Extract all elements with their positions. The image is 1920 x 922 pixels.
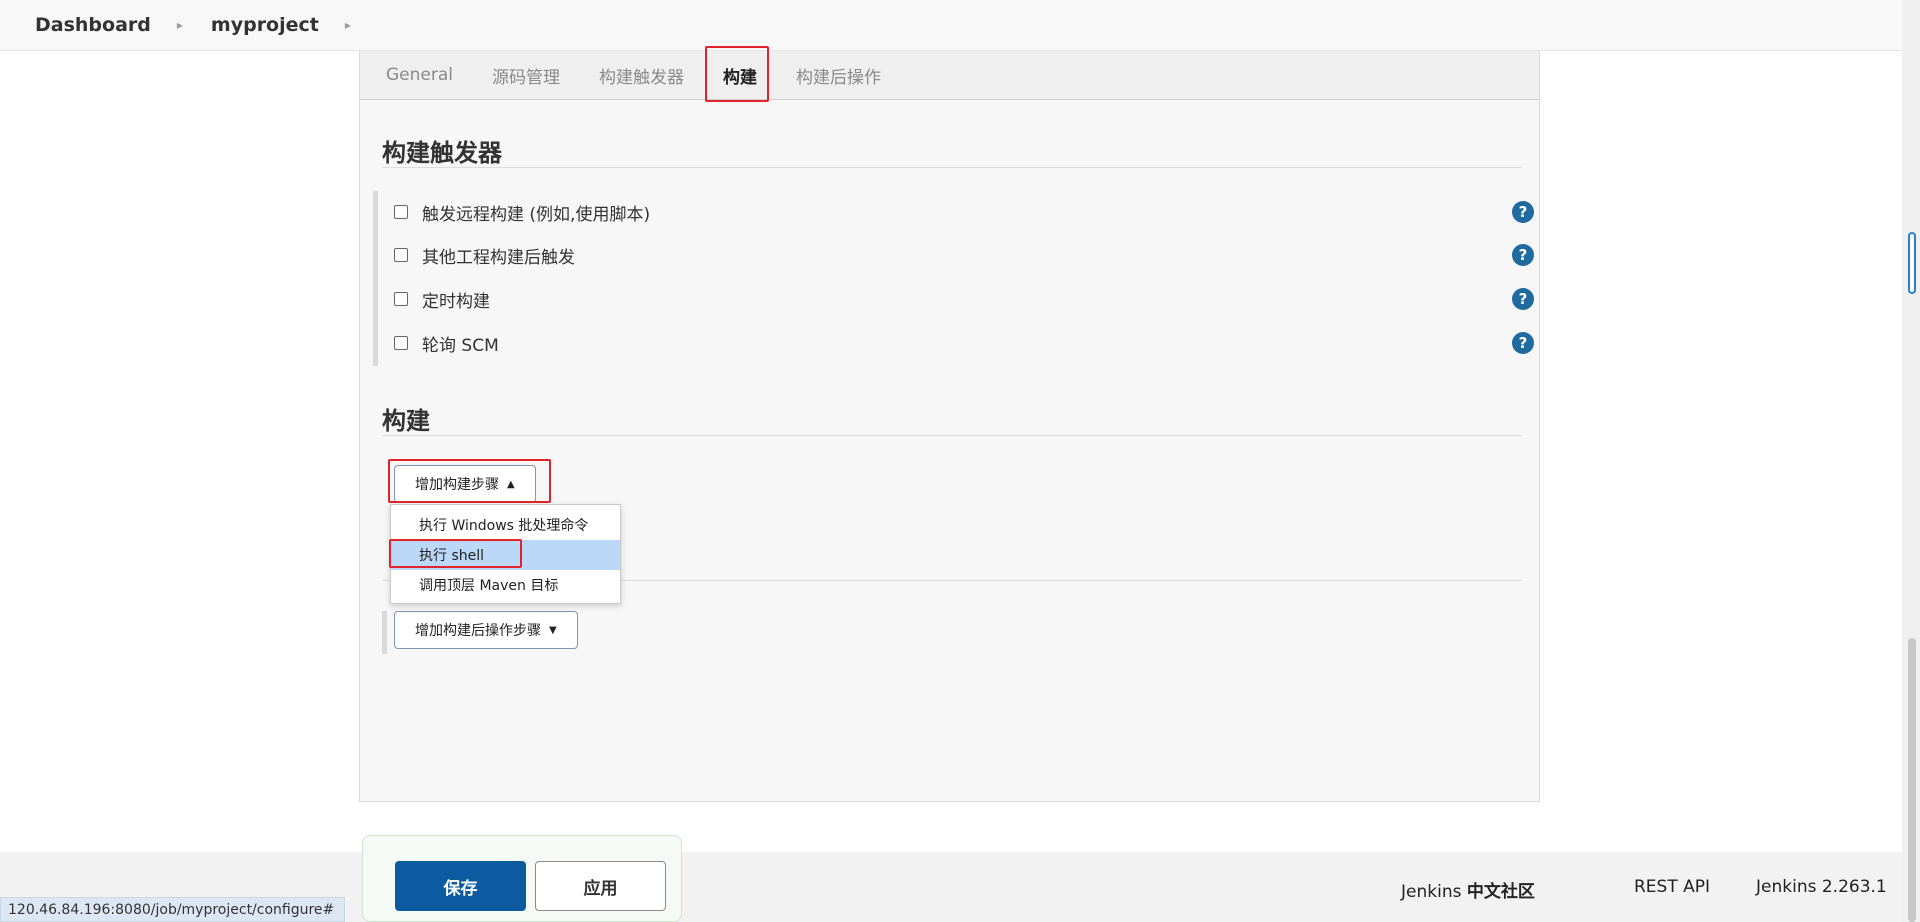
option-label: 其他工程构建后触发: [422, 247, 575, 268]
breadcrumb: Dashboard ▸ myproject ▸: [0, 0, 1920, 51]
tab-bar: General 源码管理 构建触发器 构建 构建后操作: [360, 51, 1539, 100]
add-post-build-step-label: 增加构建后操作步骤: [415, 623, 541, 639]
option-label: 触发远程构建 (例如,使用脚本): [422, 204, 651, 225]
section-title-build: 构建: [382, 407, 430, 435]
scrollbar-marker: [1908, 232, 1916, 294]
checkbox-after-other-projects[interactable]: [394, 248, 408, 262]
section-divider: [382, 167, 1522, 168]
option-label: 轮询 SCM: [422, 335, 499, 356]
section-accent: [382, 611, 387, 654]
tab-build-triggers[interactable]: 构建触发器: [599, 63, 684, 88]
chevron-right-icon[interactable]: ▸: [345, 18, 351, 32]
checkbox-poll-scm[interactable]: [394, 336, 408, 350]
tab-build-highlight-box: [705, 46, 769, 102]
save-bar: 保存 应用: [362, 835, 682, 922]
help-icon[interactable]: ?: [1512, 332, 1534, 354]
tab-source-management[interactable]: 源码管理: [492, 63, 560, 88]
vertical-scrollbar[interactable]: [1902, 0, 1920, 922]
caret-down-icon: ▼: [549, 624, 557, 636]
checkbox-remote-trigger[interactable]: [394, 205, 408, 219]
checkbox-periodic-build[interactable]: [394, 292, 408, 306]
save-button[interactable]: 保存: [395, 861, 526, 911]
tab-post-build[interactable]: 构建后操作: [796, 63, 881, 88]
status-url: 120.46.84.196:8080/job/myproject/configu…: [0, 897, 346, 922]
option-periodic-build[interactable]: 定时构建 ?: [394, 287, 1534, 312]
footer-community-prefix: Jenkins: [1401, 882, 1462, 902]
tab-general[interactable]: General: [386, 65, 453, 85]
help-icon[interactable]: ?: [1512, 288, 1534, 310]
help-icon[interactable]: ?: [1512, 201, 1534, 223]
menu-item-maven-target[interactable]: 调用顶层 Maven 目标: [391, 570, 620, 600]
option-label: 定时构建: [422, 291, 490, 312]
breadcrumb-myproject[interactable]: myproject: [211, 14, 319, 36]
option-after-other-projects[interactable]: 其他工程构建后触发 ?: [394, 243, 1534, 268]
config-panel: General 源码管理 构建触发器 构建 构建后操作 构建触发器 触发远程构建…: [359, 46, 1540, 802]
help-icon[interactable]: ?: [1512, 244, 1534, 266]
breadcrumb-dashboard[interactable]: Dashboard: [35, 14, 151, 36]
footer-community-bold: 中文社区: [1466, 882, 1535, 902]
add-build-step-highlight-box: [388, 459, 551, 503]
menu-item-windows-batch[interactable]: 执行 Windows 批处理命令: [391, 510, 620, 540]
footer-version-link[interactable]: Jenkins 2.263.1: [1756, 877, 1887, 897]
apply-button[interactable]: 应用: [535, 861, 666, 911]
chevron-right-icon[interactable]: ▸: [177, 18, 183, 32]
option-poll-scm[interactable]: 轮询 SCM ?: [394, 331, 1534, 356]
option-remote-trigger[interactable]: 触发远程构建 (例如,使用脚本) ?: [394, 200, 1534, 225]
trigger-options: 触发远程构建 (例如,使用脚本) ? 其他工程构建后触发 ? 定时构建 ? 轮询…: [373, 191, 1534, 366]
footer-rest-api-link[interactable]: REST API: [1634, 877, 1710, 897]
scrollbar-thumb[interactable]: [1908, 638, 1916, 922]
add-post-build-step-button[interactable]: 增加构建后操作步骤 ▼: [394, 611, 578, 649]
execute-shell-highlight-box: [389, 539, 522, 568]
footer-community-link[interactable]: Jenkins 中文社区: [1401, 877, 1535, 902]
section-divider: [382, 435, 1522, 436]
section-title-triggers: 构建触发器: [382, 139, 502, 167]
